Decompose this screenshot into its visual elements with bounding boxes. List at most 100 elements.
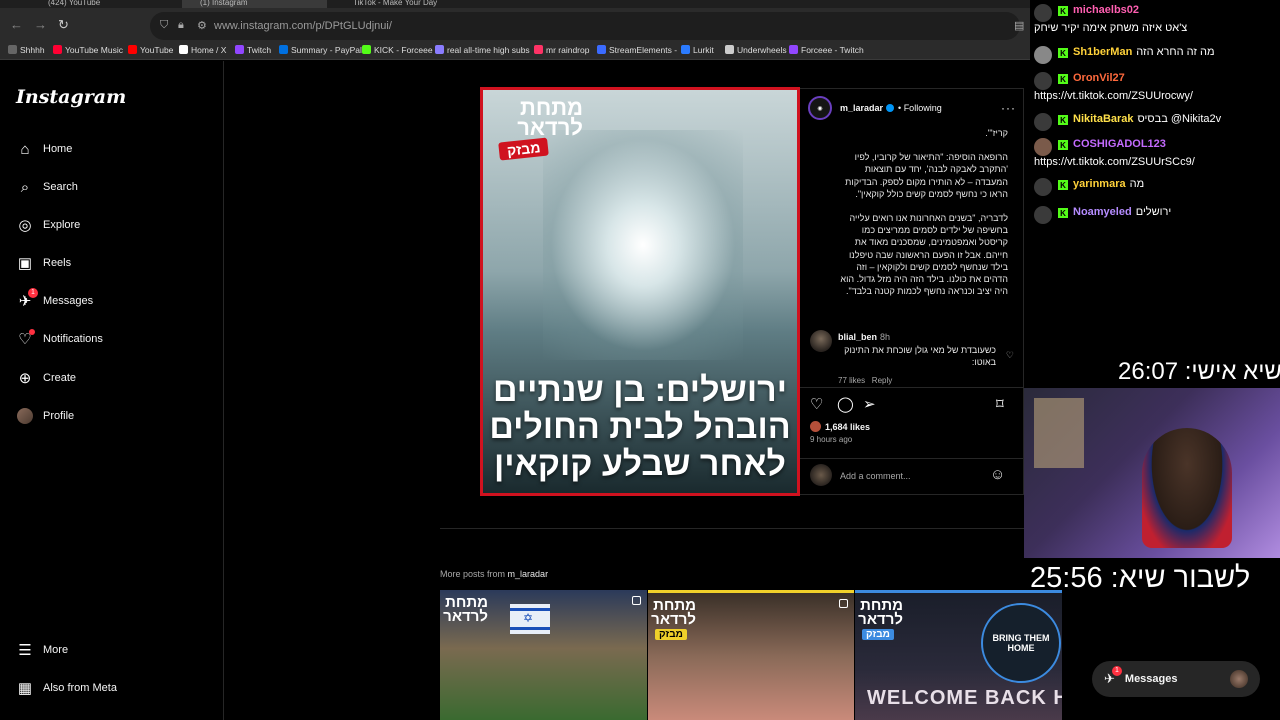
bookmark-item[interactable]: Lurkit xyxy=(681,45,714,55)
nav-search[interactable]: ⌕ Search xyxy=(16,176,78,198)
bookmark-icon xyxy=(534,45,543,54)
following-button[interactable]: • Following xyxy=(898,103,942,113)
messages-badge: 1 xyxy=(28,288,38,298)
more-post-thumb[interactable]: מתחת לרדאר ✡ xyxy=(440,590,647,720)
bookmark-item[interactable]: Forceee - Twitch xyxy=(789,45,864,55)
emoji-icon[interactable]: ☺ xyxy=(990,466,1005,483)
likes-count[interactable]: 1,684 likes xyxy=(810,421,870,432)
post-caption: קריז'". הרופאה הוסיפה: "התיאור של קרוביו… xyxy=(836,127,1008,309)
nav-also-from-meta[interactable]: ▦ Also from Meta xyxy=(16,677,117,699)
nav-create-label: Create xyxy=(43,372,77,384)
bookmark-label: Summary - PayPal xyxy=(291,45,362,55)
avatar xyxy=(1230,670,1248,688)
more-posts-prefix: More posts from xyxy=(440,569,506,579)
comment-reply-button[interactable]: Reply xyxy=(872,376,892,385)
nav-notifications[interactable]: ♡ Notifications xyxy=(16,328,103,350)
media-tag: מבזק xyxy=(498,137,550,161)
more-post-thumb[interactable]: מתחת לרדאר מבזק xyxy=(648,590,854,720)
bookmark-item[interactable]: mr raindrop xyxy=(534,45,589,55)
comment-username[interactable]: blial_ben xyxy=(838,332,877,342)
thumb-logo: מתחת לרדאר xyxy=(443,594,488,625)
messages-badge: 1 xyxy=(1111,666,1122,676)
site-settings-icon[interactable]: ⚙︎ xyxy=(197,19,207,32)
more-posts-heading: More posts from m_laradar xyxy=(440,569,548,579)
messages-label: Messages xyxy=(1124,673,1178,685)
comment-like-icon[interactable]: ♡ xyxy=(1006,350,1014,361)
bookmark-icon[interactable]: ⌑ xyxy=(996,395,1004,413)
account-avatar[interactable]: ◉ xyxy=(808,96,832,120)
kick-icon: K xyxy=(1058,180,1068,190)
thumb-caption: WELCOME BACK HOME xyxy=(867,687,1062,709)
messages-icon: ✈ 1 xyxy=(16,288,38,310)
lock-icon[interactable]: 🔒︎ xyxy=(178,19,184,32)
nav-messages[interactable]: ✈ 1 Messages xyxy=(16,288,93,312)
webcam-feed xyxy=(1024,388,1280,558)
nav-home[interactable]: ⌂ Home xyxy=(16,138,72,160)
plus-icon: ⊕ xyxy=(18,370,32,387)
more-posts-account[interactable]: m_laradar xyxy=(508,569,549,579)
forward-icon[interactable]: → xyxy=(34,17,47,32)
nav-more[interactable]: ☰ More xyxy=(16,639,68,661)
tab-tiktok[interactable]: TikTok - Make Your Day xyxy=(335,0,485,8)
webcam-background xyxy=(1034,398,1084,468)
chat-text: מה זה החרא הזה xyxy=(1136,46,1215,58)
chat-message: K Sh1berMan מה זה החרא הזה xyxy=(1034,46,1278,64)
nav-explore[interactable]: ◎ Explore xyxy=(16,214,80,236)
nav-explore-label: Explore xyxy=(43,219,81,231)
thumb-tag: מבזק xyxy=(655,629,687,640)
bookmark-item[interactable]: real all-time high subs xyxy=(435,45,530,55)
bookmark-item[interactable]: Underwheels xyxy=(725,45,787,55)
back-icon[interactable]: ← xyxy=(10,17,23,32)
instagram-logo[interactable]: Instagram xyxy=(16,86,126,108)
break-record-timer: לשבור שיא: 25:56 xyxy=(1030,562,1251,594)
chat-username: Sh1berMan xyxy=(1073,46,1133,58)
nav-reels[interactable]: ▣ Reels xyxy=(16,252,71,274)
chat-text: צ'אט איזה משחק אימה יקיר שיחק xyxy=(1034,22,1188,34)
reload-icon[interactable]: ↻ xyxy=(58,17,69,33)
more-options-icon[interactable]: ··· xyxy=(1001,101,1016,115)
add-comment-input[interactable]: Add a comment... xyxy=(840,471,911,481)
bookmark-item[interactable]: YouTube Music xyxy=(53,45,123,55)
messages-floating-button[interactable]: ✈ 1 Messages xyxy=(1092,661,1260,697)
chat-message: K Noamyeled ירושלים xyxy=(1034,206,1278,224)
comment-avatar[interactable] xyxy=(810,330,832,352)
tab-instagram[interactable]: (1) Instagram xyxy=(182,0,327,8)
bookmark-icon xyxy=(279,45,288,54)
bookmark-icon xyxy=(179,45,188,54)
thumb-tag: מבזק xyxy=(862,629,894,640)
tab-youtube[interactable]: (424) YouTube xyxy=(30,0,180,8)
reader-icon[interactable]: ▤ xyxy=(1014,19,1024,32)
bookmark-label: YouTube xyxy=(140,45,174,55)
comment-likes[interactable]: 77 likes xyxy=(838,376,865,385)
bookmark-item[interactable]: Summary - PayPal xyxy=(279,45,362,55)
bookmark-item[interactable]: KICK - Forceee xyxy=(362,45,433,55)
nav-create[interactable]: ⊕ Create xyxy=(16,367,76,389)
account-name[interactable]: m_laradar xyxy=(840,103,883,113)
comment-icon[interactable]: ◯ xyxy=(837,395,854,413)
comment-meta: 77 likes Reply xyxy=(838,376,892,385)
bookmark-label: Lurkit xyxy=(693,45,714,55)
like-icon[interactable]: ♡ xyxy=(810,395,823,413)
kick-icon: K xyxy=(1058,115,1068,125)
bookmark-item[interactable]: Home / X xyxy=(179,45,226,55)
chat-text: מה xyxy=(1129,178,1145,190)
nav-notifications-label: Notifications xyxy=(43,333,103,345)
share-icon[interactable]: ➢ xyxy=(863,395,876,413)
chat-username: michaelbs02 xyxy=(1073,4,1140,16)
chat-avatar xyxy=(1034,46,1052,64)
bookmark-item[interactable]: Twitch xyxy=(235,45,271,55)
bookmark-label: Shhhh xyxy=(20,45,45,55)
bookmark-label: Forceee - Twitch xyxy=(801,45,864,55)
comment-user[interactable]: blial_ben 8h xyxy=(838,332,890,342)
nav-profile[interactable]: Profile xyxy=(16,405,74,427)
bookmark-item[interactable]: StreamElements - xyxy=(597,45,677,55)
more-post-thumb[interactable]: מתחת לרדאר מבזק BRING THEM HOME WELCOME … xyxy=(855,590,1062,720)
post-image[interactable]: מתחת לרדאר מבזק ירושלים: בן שנתיים הובהל… xyxy=(480,87,800,496)
bookmark-label: mr raindrop xyxy=(546,45,590,55)
shield-icon[interactable]: ⛉ xyxy=(160,19,168,32)
post-time: 9 hours ago xyxy=(810,435,853,444)
bookmark-item[interactable]: Shhhh xyxy=(8,45,45,55)
url-text[interactable]: www.instagram.com/p/DPtGLUdjnui/ xyxy=(214,20,392,32)
thumb-logo: מתחת לרדאר xyxy=(651,597,696,628)
bookmark-item[interactable]: YouTube xyxy=(128,45,173,55)
